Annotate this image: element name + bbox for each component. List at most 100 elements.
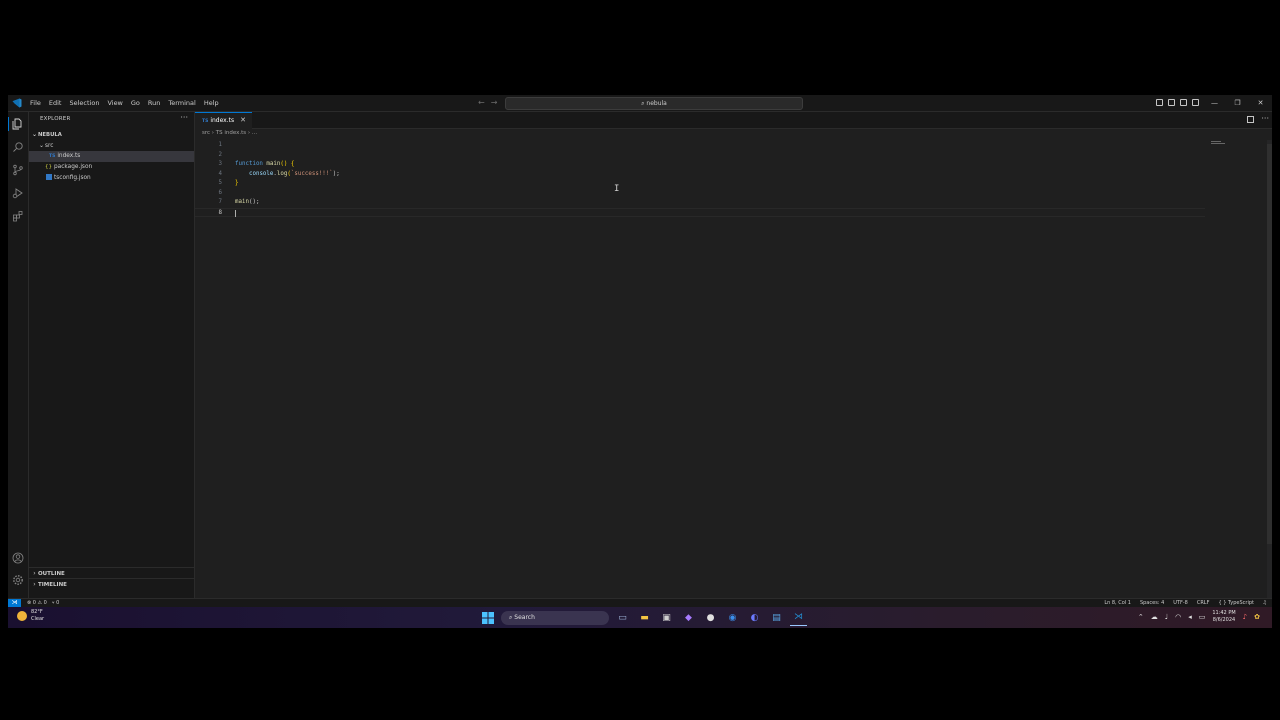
file-explorer-icon[interactable]: ▬ bbox=[636, 609, 653, 626]
timeline-section[interactable]: › TIMELINE bbox=[29, 578, 194, 590]
app-circle-icon[interactable]: ● bbox=[702, 609, 719, 626]
layout-controls bbox=[1156, 99, 1199, 106]
discord-icon[interactable]: ◐ bbox=[746, 609, 763, 626]
restore-icon[interactable]: ❐ bbox=[1226, 95, 1249, 111]
code-line: 6 bbox=[218, 189, 223, 196]
run-debug-icon[interactable] bbox=[12, 187, 24, 199]
explorer-sidebar: EXPLORER ··· ⌄NEBULA ⌄src TS index.ts {} p… bbox=[29, 112, 195, 598]
code-line: 5} bbox=[218, 180, 239, 186]
vscode-taskbar-icon[interactable]: ⋊ bbox=[790, 609, 807, 626]
source-control-icon[interactable] bbox=[12, 164, 24, 176]
notifications-bell-icon[interactable]: ♫ bbox=[1263, 599, 1267, 607]
toggle-panel-icon[interactable] bbox=[1168, 99, 1175, 106]
folder-row-src[interactable]: ⌄src bbox=[29, 140, 194, 151]
notification-bell-icon[interactable]: ♪ bbox=[1243, 613, 1247, 621]
wifi-icon[interactable]: ◠ bbox=[1175, 613, 1181, 621]
chevron-down-icon: ⌄ bbox=[38, 142, 45, 149]
taskbar-search[interactable]: ⌕ Search bbox=[501, 610, 609, 625]
windows-start-icon[interactable] bbox=[479, 609, 496, 626]
folder-label: src bbox=[45, 143, 54, 149]
json-file-icon: {} bbox=[45, 164, 52, 170]
menu-file[interactable]: File bbox=[26, 95, 45, 111]
code-line: 3 function main() { bbox=[218, 161, 295, 167]
customize-layout-icon[interactable] bbox=[1192, 99, 1199, 106]
file-row-tsconfig-json[interactable]: tsconfig.json bbox=[29, 173, 194, 184]
code-line: 7 main(); bbox=[218, 199, 260, 205]
terminal-icon[interactable]: ▣ bbox=[658, 609, 675, 626]
file-row-package-json[interactable]: {} package.json bbox=[29, 162, 194, 173]
account-icon[interactable] bbox=[12, 552, 24, 564]
search-icon[interactable] bbox=[12, 141, 24, 153]
menu-run[interactable]: Run bbox=[144, 95, 164, 111]
menu-selection[interactable]: Selection bbox=[65, 95, 103, 111]
toggle-secondary-sidebar-icon[interactable] bbox=[1180, 99, 1187, 106]
minimap[interactable] bbox=[1211, 141, 1225, 144]
menu-go[interactable]: Go bbox=[127, 95, 144, 111]
toggle-primary-sidebar-icon[interactable] bbox=[1156, 99, 1163, 106]
command-center-search[interactable]: ⌕ nebula bbox=[505, 97, 803, 110]
indentation[interactable]: Spaces: 4 bbox=[1140, 599, 1164, 607]
command-center-label: nebula bbox=[646, 100, 667, 107]
code-line: 4 console.log(`success!!!`); bbox=[218, 170, 340, 177]
cloud-icon[interactable]: ☁ bbox=[1151, 613, 1158, 621]
cursor-position[interactable]: Ln 8, Col 1 bbox=[1104, 599, 1131, 607]
system-tray: ⌃ ☁ ♩ ◠ ◂ ▭ 11:42 PM 8/6/2024 ♪ ✿ bbox=[1138, 610, 1260, 624]
menu-help[interactable]: Help bbox=[200, 95, 223, 111]
vscode-window: File Edit Selection View Go Run Terminal… bbox=[8, 95, 1272, 628]
weather-widget[interactable]: 82°F Clear bbox=[31, 609, 44, 623]
volume-icon[interactable]: ◂ bbox=[1188, 613, 1192, 621]
clock-date: 8/6/2024 bbox=[1212, 617, 1236, 623]
encoding[interactable]: UTF-8 bbox=[1173, 599, 1188, 607]
vscode-logo-icon bbox=[12, 98, 22, 108]
explorer-files-icon[interactable] bbox=[12, 118, 24, 130]
remote-indicator-icon[interactable]: ⋊ bbox=[8, 599, 21, 607]
browser-icon[interactable]: ◉ bbox=[724, 609, 741, 626]
menu-edit[interactable]: Edit bbox=[45, 95, 66, 111]
close-tab-icon[interactable]: ✕ bbox=[240, 113, 246, 128]
code-editor[interactable]: 1 2 3 function main() { 4 console.log(`su… bbox=[195, 141, 1205, 217]
tab-index-ts[interactable]: TS index.ts ✕ bbox=[195, 112, 252, 129]
taskbar-search-label: Search bbox=[514, 613, 535, 621]
extensions-icon[interactable] bbox=[12, 210, 24, 222]
forward-arrow-icon[interactable]: → bbox=[491, 98, 504, 107]
typescript-file-icon: TS bbox=[202, 119, 209, 124]
editor-scrollbar[interactable] bbox=[1267, 140, 1272, 598]
minimize-icon[interactable]: — bbox=[1203, 95, 1226, 111]
copilot-icon[interactable]: ✿ bbox=[1254, 613, 1260, 621]
task-view-icon[interactable]: ▭ bbox=[614, 609, 631, 626]
menu-terminal[interactable]: Terminal bbox=[164, 95, 199, 111]
back-arrow-icon[interactable]: ← bbox=[478, 98, 491, 107]
project-name: NEBULA bbox=[38, 132, 62, 138]
weather-moon-icon[interactable] bbox=[17, 611, 27, 621]
project-folder-row[interactable]: ⌄NEBULA bbox=[29, 129, 194, 140]
clock-time: 11:42 PM bbox=[1212, 610, 1236, 616]
chevron-up-icon[interactable]: ⌃ bbox=[1138, 613, 1144, 621]
settings-gear-icon[interactable] bbox=[12, 574, 24, 586]
status-left: ⊗ 0 ⚠ 0 ⑂ 0 bbox=[27, 599, 59, 607]
battery-icon[interactable]: ▭ bbox=[1199, 613, 1206, 621]
outline-label: OUTLINE bbox=[38, 571, 65, 577]
more-actions-icon[interactable]: ··· bbox=[180, 113, 188, 122]
file-row-index-ts[interactable]: TS index.ts bbox=[29, 151, 194, 162]
text-cursor bbox=[235, 209, 236, 217]
ports-status[interactable]: ⑂ 0 bbox=[52, 600, 60, 606]
menu-view[interactable]: View bbox=[103, 95, 126, 111]
activity-bar bbox=[8, 112, 29, 598]
close-icon[interactable]: ✕ bbox=[1249, 95, 1272, 111]
chevron-right-icon: › bbox=[33, 581, 36, 588]
line-endings[interactable]: CRLF bbox=[1197, 599, 1210, 607]
language-mode[interactable]: { } TypeScript bbox=[1218, 599, 1254, 607]
weather-condition: Clear bbox=[31, 616, 45, 622]
more-actions-icon[interactable]: ··· bbox=[1261, 112, 1269, 126]
notepad-icon[interactable]: ▤ bbox=[768, 609, 785, 626]
file-label: index.ts bbox=[57, 153, 81, 159]
app-purple-icon[interactable]: ◆ bbox=[680, 609, 697, 626]
file-label: package.json bbox=[54, 164, 93, 170]
taskbar-clock[interactable]: 11:42 PM 8/6/2024 bbox=[1212, 610, 1235, 624]
breadcrumb[interactable]: src › TS index.ts › ... bbox=[202, 130, 257, 136]
split-editor-icon[interactable] bbox=[1247, 116, 1254, 123]
scrollbar-thumb[interactable] bbox=[1267, 144, 1272, 544]
microphone-icon[interactable]: ♩ bbox=[1165, 613, 1168, 621]
problems-status[interactable]: ⊗ 0 ⚠ 0 bbox=[27, 600, 47, 606]
status-bar: ⋊ ⊗ 0 ⚠ 0 ⑂ 0 Ln 8, Col 1 Spaces: 4 UTF-… bbox=[8, 598, 1272, 607]
